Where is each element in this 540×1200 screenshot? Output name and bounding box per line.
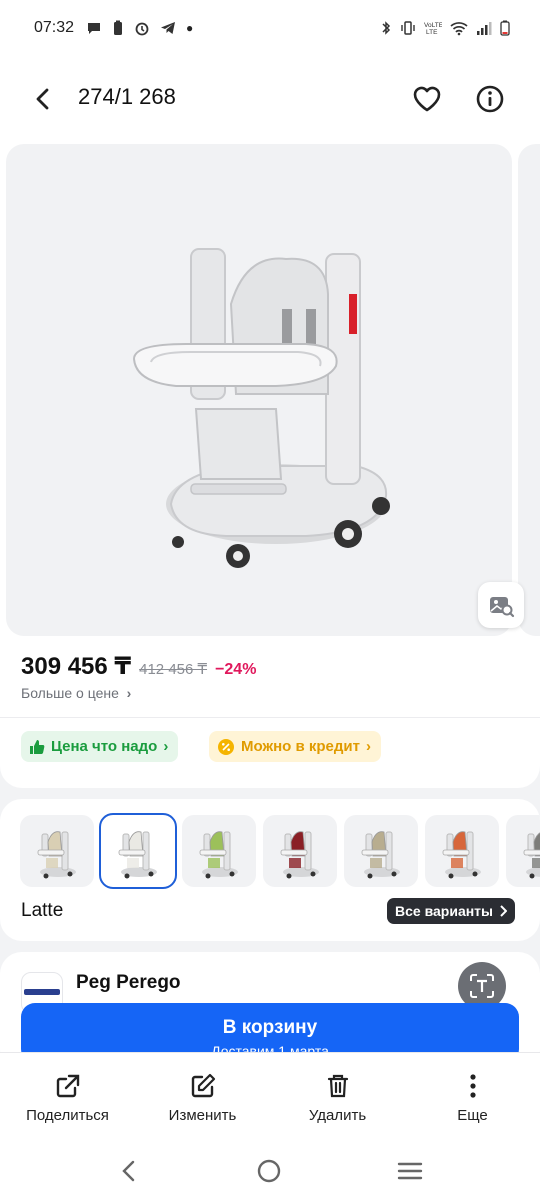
more-label: Еще (457, 1107, 488, 1124)
action-bar: Поделиться Изменить Удалить Еще (0, 1052, 540, 1142)
status-left-icons: ● (86, 20, 193, 36)
good-price-badge[interactable]: Цена что надо › (21, 731, 179, 762)
chevron-right-icon: › (122, 685, 132, 701)
add-to-cart-label: В корзину (222, 1017, 318, 1038)
variant-swatch[interactable] (344, 815, 418, 887)
variant-swatch[interactable] (506, 815, 540, 887)
chevron-right-icon (500, 905, 507, 917)
chevron-right-icon: › (365, 738, 371, 755)
more-about-price-label: Больше о цене (21, 685, 119, 701)
variant-swatches (20, 813, 540, 889)
variant-thumbnail (442, 831, 481, 879)
nav-home-icon[interactable] (256, 1158, 282, 1184)
back-button[interactable] (26, 82, 60, 116)
battery-icon (500, 20, 510, 36)
thumbs-up-icon (30, 739, 45, 754)
variant-thumbnail (523, 832, 540, 879)
edit-action[interactable]: Изменить (135, 1053, 270, 1142)
signal-icon (477, 22, 492, 35)
message-icon (88, 23, 101, 34)
battery-saver-icon (114, 20, 123, 35)
variant-thumbnail (37, 831, 76, 879)
info-button[interactable] (473, 82, 507, 116)
current-price: 309 456 ₸ (21, 653, 132, 680)
share-label: Поделиться (26, 1107, 109, 1124)
discount-percent: −24% (215, 661, 257, 678)
variant-swatch[interactable] (20, 815, 94, 887)
variant-swatch[interactable] (425, 815, 499, 887)
more-about-price-link[interactable]: Больше о цене › (21, 685, 131, 701)
edit-label: Изменить (168, 1107, 237, 1124)
variant-swatch[interactable] (99, 813, 177, 889)
variants-block: Latte Все варианты (0, 799, 540, 941)
selected-variant-name: Latte (21, 900, 64, 921)
variant-thumbnail (361, 831, 400, 879)
nav-back-icon[interactable] (117, 1159, 141, 1183)
visual-search-button[interactable] (478, 582, 524, 628)
product-gallery[interactable] (0, 142, 540, 638)
chevron-left-icon (36, 88, 49, 110)
variant-thumbnail (118, 831, 157, 879)
share-action[interactable]: Поделиться (0, 1053, 135, 1142)
variant-swatch[interactable] (182, 815, 256, 887)
good-price-label: Цена что надо (51, 738, 158, 755)
status-bar: 07:32 ● VoLTE LTE (0, 0, 540, 56)
status-time: 07:32 (34, 19, 75, 36)
dot-icon: ● (186, 21, 194, 35)
credit-label: Можно в кредит (241, 738, 360, 755)
system-nav-bar (0, 1142, 540, 1200)
info-icon (476, 85, 504, 113)
price-block: 309 456 ₸ 412 456 ₸ −24% Больше о цене ›… (0, 638, 540, 788)
favorite-button[interactable] (410, 82, 444, 116)
old-price: 412 456 ₸ (139, 661, 208, 678)
image-counter: 274/1 268 (78, 84, 176, 109)
top-app-bar: 274/1 268 (0, 56, 540, 142)
wifi-icon (450, 22, 468, 36)
credit-badge[interactable]: Можно в кредит › (209, 731, 381, 762)
delete-label: Удалить (308, 1107, 367, 1124)
image-search-icon (490, 597, 515, 618)
share-icon (56, 1074, 79, 1098)
more-vertical-icon (469, 1074, 476, 1098)
alarm-icon (135, 22, 149, 36)
all-variants-label: Все варианты (395, 903, 493, 919)
volte-icon: VoLTELTE (424, 22, 442, 36)
price-row: 309 456 ₸ 412 456 ₸ −24% (21, 652, 256, 681)
variant-thumbnail (199, 831, 238, 879)
high-chair-image (132, 248, 390, 568)
heart-icon (413, 86, 441, 112)
text-scan-icon (470, 974, 494, 998)
variant-swatch[interactable] (263, 815, 337, 887)
delete-action[interactable]: Удалить (270, 1053, 405, 1142)
svg-text:VoLTE: VoLTE (424, 22, 442, 29)
more-action[interactable]: Еще (405, 1053, 540, 1142)
edit-icon (191, 1073, 215, 1098)
trash-icon (327, 1074, 348, 1098)
telegram-icon (161, 22, 176, 34)
svg-text:LTE: LTE (426, 29, 438, 36)
gallery-image-card[interactable] (6, 144, 512, 636)
all-variants-button[interactable]: Все варианты (387, 898, 515, 924)
chevron-right-icon: › (163, 738, 169, 755)
status-right-icons: VoLTE LTE (380, 20, 510, 36)
brand-name: Peg Perego (76, 972, 181, 993)
percent-icon (218, 738, 234, 755)
variant-thumbnail (280, 831, 319, 879)
bluetooth-icon (382, 21, 391, 35)
nav-recents-icon[interactable] (397, 1159, 423, 1183)
vibrate-icon (401, 21, 415, 35)
divider (0, 717, 540, 718)
gallery-next-image-peek[interactable] (518, 144, 540, 636)
